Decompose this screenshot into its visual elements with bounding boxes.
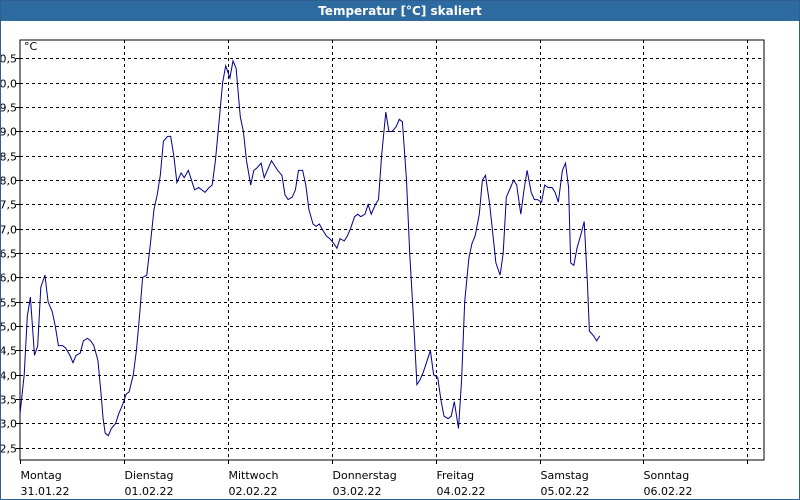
- y-tick-label: 8,0: [1, 175, 17, 188]
- y-tick-label: 5,5: [1, 297, 17, 310]
- grid-lines: [16, 40, 764, 464]
- x-tick-date-label: 06.02.22: [644, 485, 693, 498]
- y-tick-label: 7,0: [1, 224, 17, 237]
- x-tick-day-label: Freitag: [437, 469, 475, 482]
- y-tick-label: 6,0: [1, 272, 17, 285]
- y-tick-label: 3,5: [1, 394, 17, 407]
- x-tick-date-label: 03.02.22: [333, 485, 382, 498]
- x-tick-date-label: 01.02.22: [125, 485, 174, 498]
- y-axis-ticks: 2,5 3,0 3,5 4,0 4,5 5,0 5,5 6,0 6,5 7,0 7,5 8,0 8,5 9…: [1, 53, 17, 456]
- y-tick-label: 5,0: [1, 321, 17, 334]
- x-tick-day-label: Montag: [21, 469, 62, 482]
- chart-title: Temperatur [°C] skaliert: [1, 1, 799, 21]
- x-tick-date-label: 02.02.22: [229, 485, 278, 498]
- y-tick-label: 9,5: [1, 102, 17, 115]
- y-axis-unit-label: °C: [24, 40, 38, 53]
- x-tick-day-label: Mittwoch: [229, 469, 279, 482]
- y-tick-label: 8,5: [1, 151, 17, 164]
- x-tick-day-label: Samstag: [541, 469, 589, 482]
- y-tick-label: 4,5: [1, 345, 17, 358]
- y-tick-label: 10,0: [1, 78, 17, 91]
- x-tick-day-label: Dienstag: [125, 469, 174, 482]
- temperature-series-line: [19, 59, 601, 437]
- y-tick-label: 10,5: [1, 53, 17, 66]
- y-tick-label: 3,0: [1, 418, 17, 431]
- x-axis-ticks: Montag 31.01.22 Dienstag 01.02.22 Mittwoch 02…: [21, 469, 693, 498]
- y-tick-label: 9,0: [1, 126, 17, 139]
- temperature-chart: 2,5 3,0 3,5 4,0 4,5 5,0 5,5 6,0 6,5 7,0 7,5 8,0 8,5 9…: [1, 39, 765, 498]
- x-tick-day-label: Donnerstag: [333, 469, 397, 482]
- y-tick-label: 4,0: [1, 370, 17, 383]
- x-tick-date-label: 31.01.22: [21, 485, 70, 498]
- plot-frame: [19, 39, 765, 461]
- x-tick-day-label: Sonntag: [644, 469, 690, 482]
- y-tick-label: 2,5: [1, 443, 17, 456]
- y-tick-label: 6,5: [1, 248, 17, 261]
- y-tick-label: 7,5: [1, 199, 17, 212]
- chart-window: Temperatur [°C] skaliert 2,5 3,0 3,5 4,0 4,5…: [0, 0, 800, 500]
- x-tick-date-label: 04.02.22: [437, 485, 486, 498]
- x-tick-date-label: 05.02.22: [541, 485, 590, 498]
